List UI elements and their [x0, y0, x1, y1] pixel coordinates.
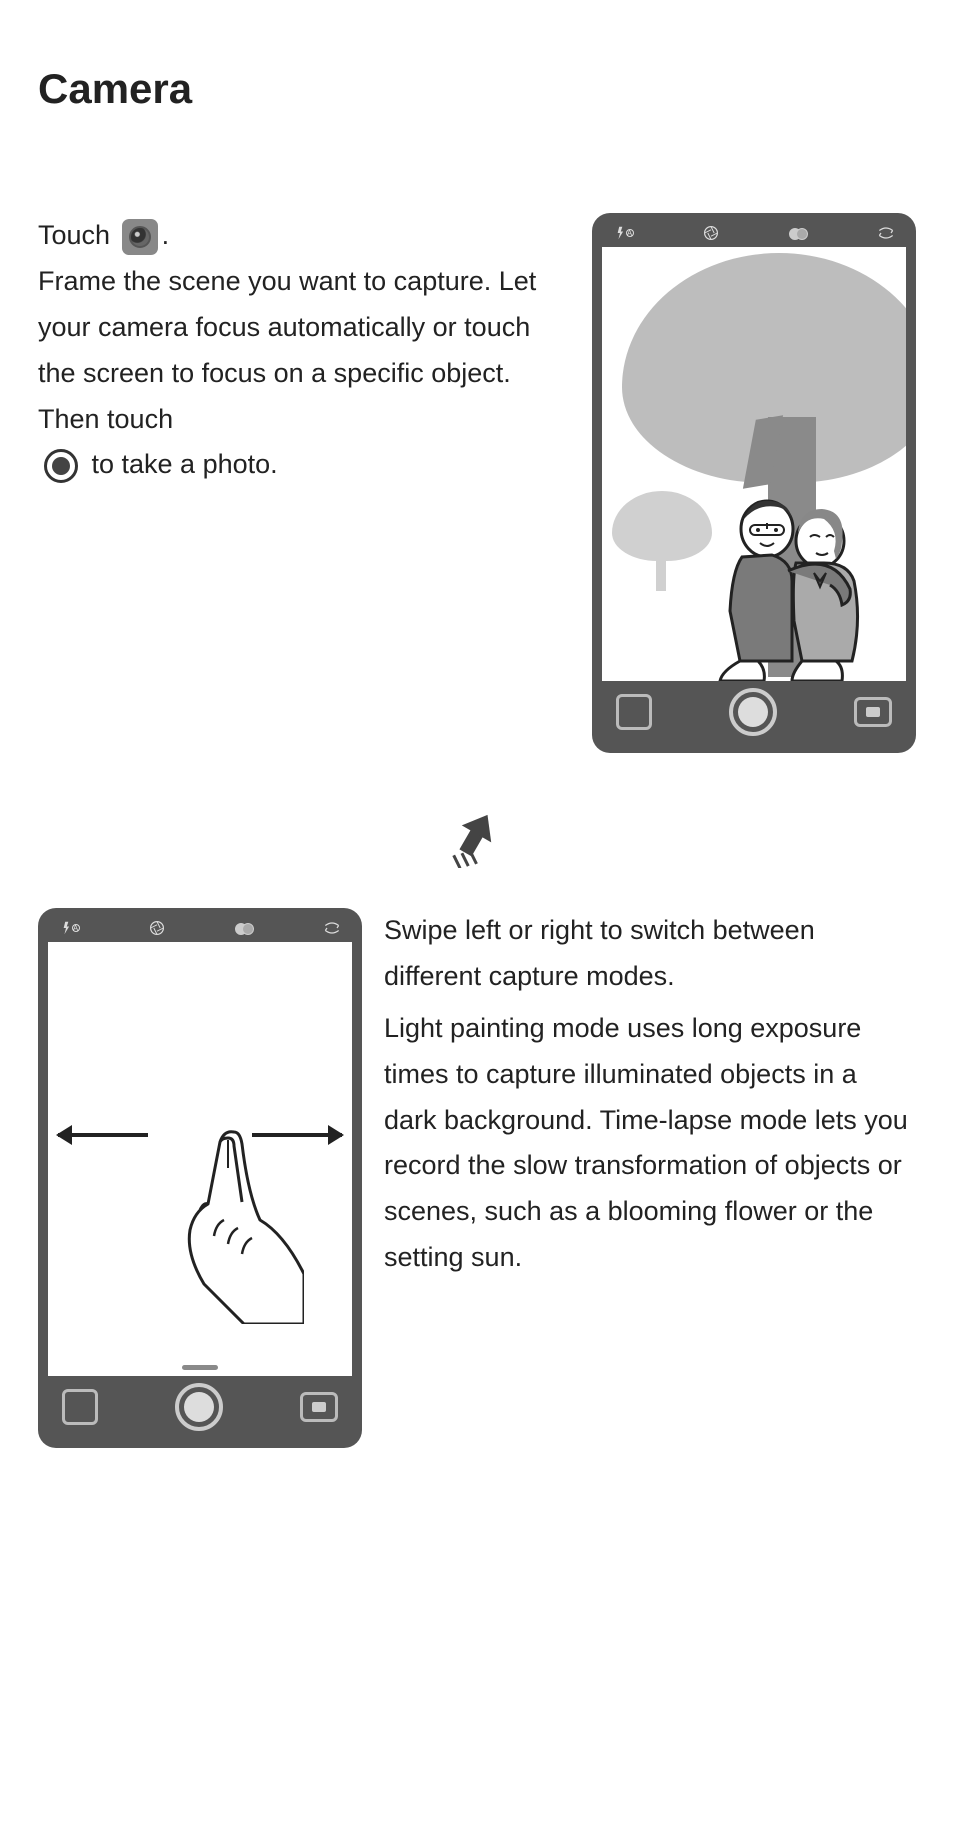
couple-illustration	[692, 481, 892, 681]
camera-bottombar	[48, 1376, 352, 1438]
flash-auto-icon: A	[612, 226, 636, 240]
camera-app-icon	[122, 219, 158, 255]
modes-description: Light painting mode uses long exposure t…	[384, 1006, 916, 1281]
shutter-icon	[44, 449, 78, 483]
camera-bottombar	[602, 681, 906, 743]
switch-camera-icon	[322, 921, 342, 935]
shutter-button	[175, 1383, 223, 1431]
hand-gesture-icon	[164, 1124, 304, 1324]
viewfinder-swipe	[48, 942, 352, 1376]
camera-topbar: A	[48, 918, 352, 942]
instruction-tail: to take a photo.	[84, 449, 278, 479]
touch-label: Touch	[38, 220, 110, 250]
section-swipe-modes: A	[38, 908, 916, 1448]
camera-topbar: A	[602, 223, 906, 247]
phone-illustration-1: A	[592, 213, 916, 753]
video-button	[854, 697, 892, 727]
aperture-icon	[147, 921, 167, 935]
video-button	[300, 1392, 338, 1422]
swipe-instruction: Swipe left or right to switch between di…	[384, 908, 916, 1000]
viewfinder-scene	[602, 247, 906, 681]
instruction-text-1: Touch . Frame the scene you want to capt…	[38, 213, 562, 753]
filter-icon	[787, 226, 811, 240]
gallery-button	[62, 1389, 98, 1425]
arrow-divider	[38, 798, 916, 868]
shutter-button	[729, 688, 777, 736]
phone-illustration-2: A	[38, 908, 362, 1448]
flash-auto-icon: A	[58, 921, 82, 935]
instruction-body: Frame the scene you want to capture. Let…	[38, 266, 536, 434]
mode-indicator	[182, 1365, 218, 1370]
gallery-button	[616, 694, 652, 730]
switch-camera-icon	[876, 226, 896, 240]
filter-icon	[233, 921, 257, 935]
page-title: Camera	[38, 65, 916, 113]
aperture-icon	[701, 226, 721, 240]
instruction-text-2: Swipe left or right to switch between di…	[384, 908, 916, 1287]
section-take-photo: Touch . Frame the scene you want to capt…	[38, 213, 916, 753]
swipe-left-arrow-icon	[58, 1133, 148, 1137]
